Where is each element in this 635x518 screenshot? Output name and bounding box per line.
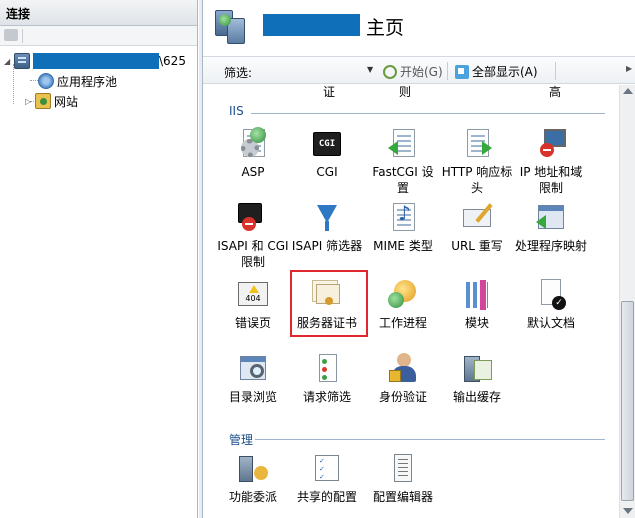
request-filtering-icon (310, 352, 344, 386)
checklist-icon (310, 452, 344, 486)
feature-url-rewrite[interactable]: URL 重写 (441, 201, 513, 254)
feature-authentication[interactable]: 身份验证 (367, 352, 439, 405)
modules-icon (460, 278, 494, 312)
feature-label-partial: 证 (323, 85, 336, 99)
error-page-icon: 404 (236, 278, 270, 312)
feature-cgi[interactable]: CGI CGI (291, 127, 363, 180)
connections-toolbar (0, 26, 197, 46)
show-all-icon (455, 64, 469, 79)
go-button[interactable]: 开始(G) (383, 63, 443, 80)
default-document-icon: ✓ (534, 278, 568, 312)
funnel-icon (310, 201, 344, 235)
app-pool-icon (38, 73, 54, 89)
scroll-up-icon[interactable] (623, 88, 633, 94)
asp-icon (236, 127, 270, 161)
home-pane: 主页 筛选: ▼ 开始(G) 全部显示(A) 证 则 高 IIS ASP CGI… (203, 0, 635, 518)
feature-default-document[interactable]: ✓ 默认文档 (515, 278, 587, 331)
feature-request-filtering[interactable]: 请求筛选 (291, 352, 363, 405)
feature-http-headers[interactable]: HTTP 响应标头 (441, 127, 513, 196)
title-bar: 主页 (203, 0, 635, 52)
user-lock-icon (386, 352, 420, 386)
toolbar-separator (22, 29, 23, 43)
tree-item-app-pools[interactable]: 应用程序池 (38, 72, 117, 90)
server-name-suffix: \625 (159, 54, 186, 68)
filter-dropdown-icon[interactable]: ▼ (367, 65, 373, 74)
feature-directory-browsing[interactable]: 目录浏览 (217, 352, 289, 405)
feature-isapi-cgi[interactable]: ISAPI 和 CGI 限制 (217, 201, 289, 270)
feature-fastcgi[interactable]: FastCGI 设置 (367, 127, 439, 196)
tree-item-sites[interactable]: ▷ 网站 (25, 92, 78, 110)
redacted-server-name (263, 14, 360, 36)
feature-label-partial: 则 (399, 85, 412, 99)
server-icon (215, 10, 245, 44)
filter-label: 筛选: (224, 66, 253, 80)
ip-restrictions-icon (534, 127, 568, 161)
filter-input[interactable] (255, 61, 365, 80)
worker-process-icon (386, 278, 420, 312)
feature-output-caching[interactable]: 输出缓存 (441, 352, 513, 405)
group-divider (251, 113, 605, 114)
feature-shared-configuration[interactable]: 共享的配置 (291, 452, 363, 505)
collapse-icon[interactable]: ◢ (4, 57, 14, 66)
group-header-iis[interactable]: IIS (229, 104, 244, 118)
feature-error-pages[interactable]: 404 错误页 (217, 278, 289, 331)
toolbar-separator (447, 62, 448, 80)
http-headers-icon (460, 127, 494, 161)
server-icon (14, 53, 30, 69)
feature-delegation[interactable]: 功能委派 (217, 452, 289, 505)
isapi-cgi-icon (236, 201, 270, 235)
feature-ip-domain[interactable]: IP 地址和域限制 (515, 127, 587, 196)
feature-mime[interactable]: ♪ MIME 类型 (367, 201, 439, 254)
feature-isapi-filters[interactable]: ISAPI 筛选器 (291, 201, 363, 254)
expand-icon[interactable]: ▷ (25, 97, 35, 106)
features-view: 证 则 高 IIS ASP CGI CGI FastCGI 设置 HTTP 响应… (203, 85, 619, 518)
vertical-scrollbar[interactable] (619, 85, 635, 518)
directory-browsing-icon (236, 352, 270, 386)
tree-item-server[interactable]: ◢ \625 (4, 52, 186, 70)
config-editor-icon (386, 452, 420, 486)
feature-asp[interactable]: ASP (217, 127, 289, 180)
feature-label-partial: 高 (549, 85, 562, 99)
handler-mappings-icon (534, 201, 568, 235)
page-title: 主页 (366, 17, 405, 39)
redacted-server-name (33, 53, 159, 69)
go-icon (383, 64, 397, 79)
feature-worker-processes[interactable]: 工作进程 (367, 278, 439, 331)
tree-line (30, 80, 38, 81)
output-caching-icon (460, 352, 494, 386)
highlight-box (290, 270, 368, 337)
tree-item-label: 网站 (54, 94, 79, 109)
group-divider (255, 439, 605, 440)
feature-handlers[interactable]: 处理程序映射 (515, 201, 587, 254)
connect-icon[interactable] (4, 29, 18, 41)
toolbar-separator (555, 62, 556, 80)
filter-bar: 筛选: ▼ 开始(G) 全部显示(A) (203, 56, 635, 84)
sites-icon (35, 93, 51, 109)
feature-configuration-editor[interactable]: 配置编辑器 (367, 452, 439, 505)
scroll-right-icon[interactable]: ▶ (626, 64, 632, 73)
connections-title: 连接 (0, 0, 197, 26)
scrollbar-thumb[interactable] (621, 301, 634, 501)
connections-pane: 连接 ◢ \625 应用程序池 ▷ 网站 (0, 0, 198, 518)
mime-icon: ♪ (386, 201, 420, 235)
go-label: 开始(G) (400, 65, 443, 79)
url-rewrite-icon (460, 201, 494, 235)
group-header-management[interactable]: 管理 (229, 431, 253, 448)
tree-item-label: 应用程序池 (57, 74, 118, 89)
fastcgi-icon (386, 127, 420, 161)
scroll-down-icon[interactable] (623, 508, 633, 514)
show-all-button[interactable]: 全部显示(A) (455, 63, 538, 80)
show-all-label: 全部显示(A) (472, 65, 538, 79)
tree-line (13, 64, 14, 104)
cgi-icon: CGI (310, 127, 344, 161)
feature-modules[interactable]: 模块 (441, 278, 513, 331)
feature-delegation-icon (236, 452, 270, 486)
